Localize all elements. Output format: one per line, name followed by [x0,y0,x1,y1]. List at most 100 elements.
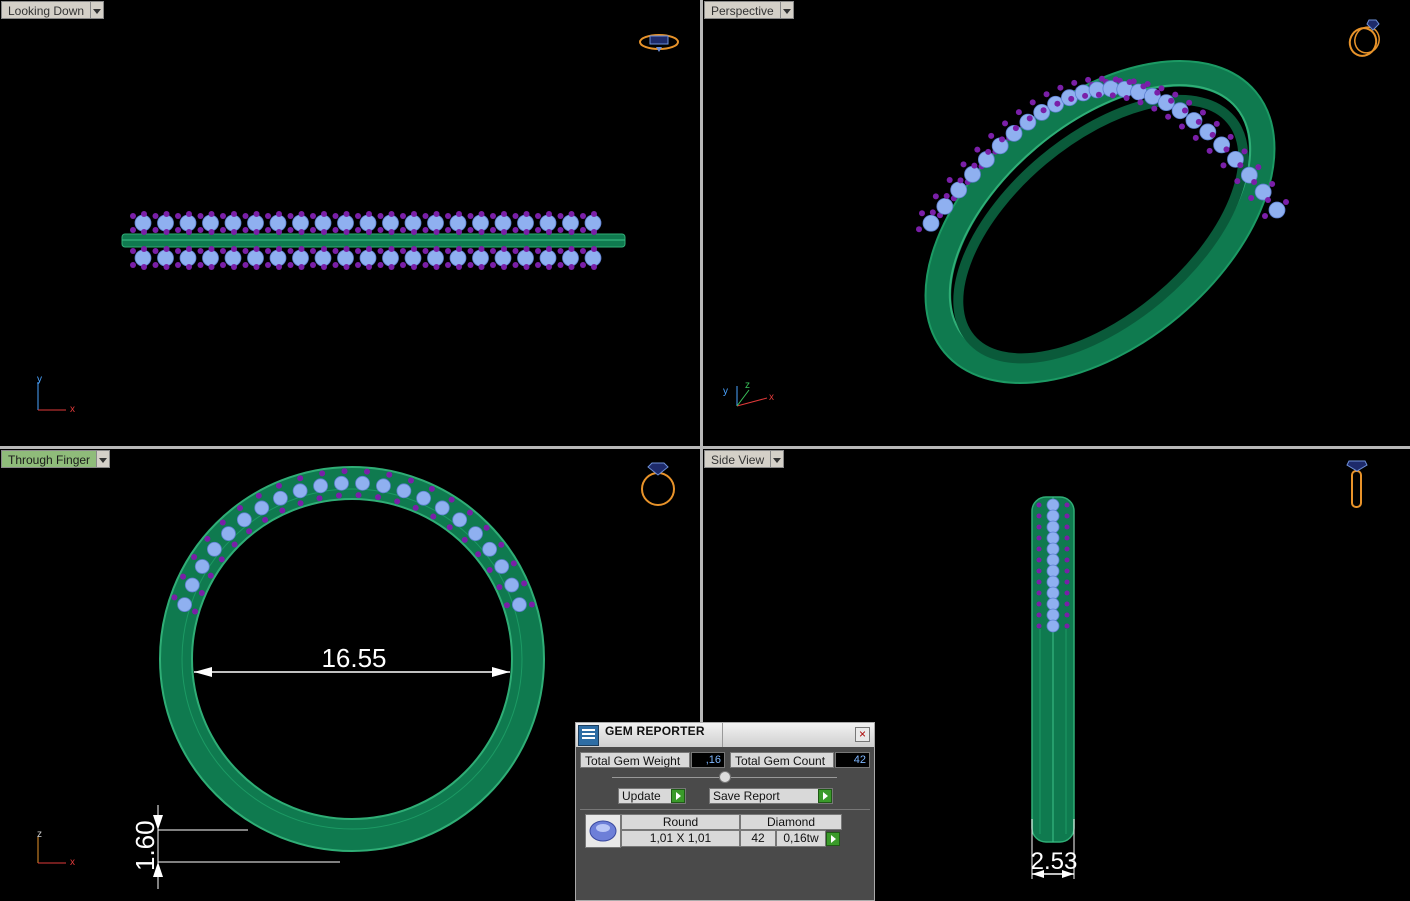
gem-type-header: Diamond [740,814,842,830]
gem-prong [262,516,269,523]
ring-orientation-icon[interactable] [636,457,680,509]
gem-reporter-panel[interactable]: GEM REPORTER × Total Gem Weight ,16 Tota… [575,722,875,901]
gem-stone [468,526,483,542]
gem-prong [191,553,198,560]
viewport-perspective[interactable]: Perspective y z x [703,0,1410,446]
gem-stone [292,483,308,499]
gem-prong [1283,199,1289,206]
gem-stone [224,214,242,232]
gem-prong [433,229,440,235]
gem-stone [1268,201,1286,219]
gem-prong [1109,92,1116,99]
gem-prong [422,227,429,233]
gem-stone [482,541,498,557]
gem-prong [335,492,342,499]
gem-prong [512,248,519,254]
gem-stone [1046,586,1060,600]
gem-prong [988,132,995,139]
gem-prong [957,177,964,184]
update-go-icon[interactable] [671,789,685,803]
save-report-button[interactable]: Save Report [709,788,833,804]
gem-prong [343,246,350,252]
gem-prong [1140,83,1147,90]
save-report-go-icon[interactable] [818,789,832,803]
viewport-dropdown-icon[interactable] [771,450,785,468]
gem-row-go-icon[interactable] [826,832,840,846]
gem-prong [231,246,237,252]
ring-orientation-icon[interactable] [1343,14,1387,60]
gem-stone [1046,575,1060,589]
gem-prong [332,227,339,233]
viewport-name[interactable]: Side View [704,450,772,468]
gem-prong [198,590,205,597]
gem-prong [310,227,316,233]
gem-prong [219,519,226,526]
viewport-dropdown-icon[interactable] [97,450,111,468]
gem-prong [446,524,453,531]
viewport-label-perspective[interactable]: Perspective [704,1,794,19]
gem-stone [382,214,399,232]
viewport-name[interactable]: Perspective [704,1,781,19]
gem-prong [287,262,294,268]
gem-prong [1123,94,1130,101]
axis-label-z: z [37,829,42,840]
gem-prong [343,211,350,217]
gem-stone [434,500,450,516]
gem-prong [1223,146,1230,153]
gem-prong [999,136,1006,143]
gem-prong [1064,623,1070,629]
gem-prong [287,213,294,219]
viewport-label-through-finger[interactable]: Through Finger [1,450,111,468]
gem-prong [141,211,147,217]
gem-stone [449,249,467,267]
viewport-name[interactable]: Through Finger [1,450,98,468]
gem-prong [366,229,372,235]
gem-prong [1186,99,1193,106]
gem-stone [177,597,193,613]
gem-stone [236,512,252,528]
viewport-label-looking-down[interactable]: Looking Down [1,1,105,19]
gem-prong [175,213,181,219]
viewport-dropdown-icon[interactable] [91,1,105,19]
viewport-looking-down[interactable]: Looking Down y x [0,0,700,446]
axis-label-z: z [745,380,750,391]
gem-prong [510,560,517,567]
gem-reporter-icon [578,725,599,746]
gem-prong [394,498,401,505]
gem-prong [1064,568,1070,574]
ring-orientation-icon[interactable] [1343,457,1371,513]
viewport-name[interactable]: Looking Down [1,1,92,19]
gem-prong [1269,181,1276,188]
gem-shape-thumbnail[interactable] [585,814,621,848]
gem-prong [253,211,260,217]
gem-stone [134,249,152,267]
axis-triad-icon: z x [37,829,75,868]
gem-prong [535,227,541,233]
collapse-toggle-icon[interactable] [719,771,731,783]
gem-prong [355,213,361,219]
gem-prong [1085,76,1092,83]
gem-prong [298,246,305,252]
gem-stone [376,478,391,494]
gem-prong [236,505,243,512]
gem-prong [220,262,226,268]
gem-prong [486,567,493,574]
gem-prong [363,468,370,475]
gem-prong [231,229,237,235]
gem-prong [445,213,451,219]
gem-prong [377,248,384,254]
ring-orientation-icon[interactable] [636,28,682,56]
gem-prong [591,229,597,235]
gem-prong [501,264,507,270]
gem-prong [332,213,339,219]
gem-prong [1199,109,1206,116]
axis-label-x: x [70,404,75,415]
viewport-dropdown-icon[interactable] [780,1,794,19]
viewport-label-side-view[interactable]: Side View [704,450,785,468]
gem-reporter-titlebar[interactable]: GEM REPORTER × [576,723,874,747]
gem-prong [175,248,181,254]
gem-stone [334,475,349,491]
gem-prong [546,211,552,217]
gem-prong [490,248,496,254]
close-icon[interactable]: × [855,727,870,742]
